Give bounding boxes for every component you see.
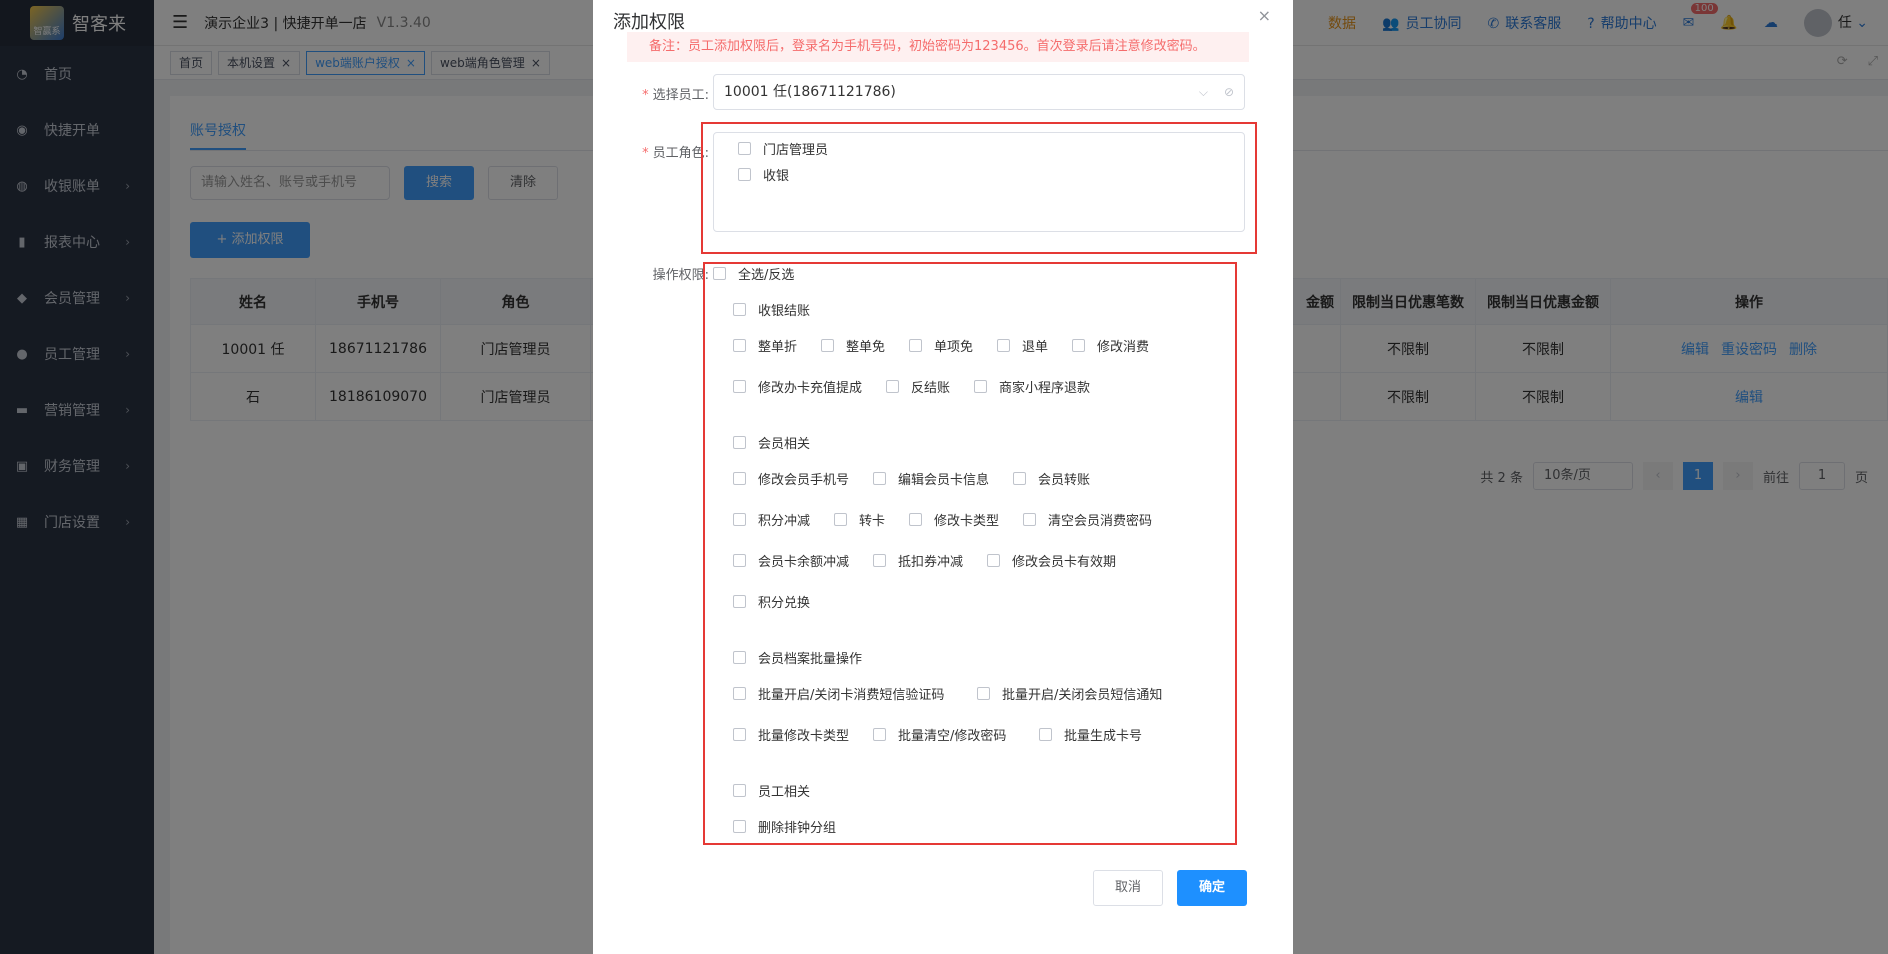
role-label: * 员工角色:	[642, 146, 709, 161]
perm-checkbox[interactable]: 批量修改卡类型	[733, 725, 849, 744]
perm-checkbox[interactable]: 修改消费	[1072, 336, 1149, 355]
permission-label: 操作权限:	[652, 268, 709, 283]
perm-checkbox[interactable]: 商家小程序退款	[974, 377, 1090, 396]
notice-banner: 备注：员工添加权限后，登录名为手机号码，初始密码为123456。首次登录后请注意…	[627, 32, 1249, 62]
add-permission-dialog: 添加权限 × 备注：员工添加权限后，登录名为手机号码，初始密码为123456。首…	[593, 0, 1293, 954]
perm-checkbox[interactable]: 积分兑换	[733, 592, 810, 611]
perm-checkbox[interactable]: 修改卡类型	[909, 510, 999, 529]
perm-checkbox[interactable]: 修改会员卡有效期	[987, 551, 1116, 570]
perm-checkbox[interactable]: 单项免	[909, 336, 973, 355]
employee-select[interactable]: 10001 任(18671121786) ⌵ ⊘	[713, 74, 1245, 110]
check-circle-icon: ⊘	[1223, 85, 1234, 99]
cancel-button[interactable]: 取消	[1093, 870, 1163, 906]
select-all-checkbox[interactable]: 全选/反选	[713, 264, 794, 283]
perm-checkbox[interactable]: 删除排钟分组	[733, 817, 836, 836]
perm-group-checkbox[interactable]: 会员相关	[733, 433, 810, 452]
close-icon[interactable]: ×	[1258, 6, 1271, 25]
perm-checkbox[interactable]: 批量生成卡号	[1039, 725, 1142, 744]
dialog-title: 添加权限	[613, 12, 685, 33]
perm-checkbox[interactable]: 清空会员消费密码	[1023, 510, 1152, 529]
role-checkbox-store-manager[interactable]: 门店管理员	[738, 139, 828, 158]
perm-checkbox[interactable]: 抵扣券冲减	[873, 551, 963, 570]
chevron-down-icon: ⌵	[1198, 85, 1208, 99]
perm-checkbox[interactable]: 整单免	[821, 336, 885, 355]
perm-checkbox[interactable]: 整单折	[733, 336, 797, 355]
perm-checkbox[interactable]: 批量清空/修改密码	[873, 725, 1006, 744]
roles-checkbox-group: 门店管理员 收银	[713, 132, 1245, 232]
perm-group-checkbox[interactable]: 会员档案批量操作	[733, 648, 862, 667]
perm-checkbox[interactable]: 修改会员手机号	[733, 469, 849, 488]
perm-checkbox[interactable]: 会员转账	[1013, 469, 1090, 488]
perm-checkbox[interactable]: 转卡	[834, 510, 885, 529]
perm-checkbox[interactable]: 批量开启/关闭会员短信通知	[977, 684, 1162, 703]
role-checkbox-cashier[interactable]: 收银	[738, 165, 789, 184]
confirm-button[interactable]: 确定	[1177, 870, 1247, 906]
perm-checkbox[interactable]: 修改办卡充值提成	[733, 377, 862, 396]
perm-checkbox[interactable]: 反结账	[886, 377, 950, 396]
perm-checkbox[interactable]: 会员卡余额冲减	[733, 551, 849, 570]
perm-checkbox[interactable]: 编辑会员卡信息	[873, 469, 989, 488]
perm-checkbox[interactable]: 积分冲减	[733, 510, 810, 529]
perm-group-checkbox[interactable]: 员工相关	[733, 781, 810, 800]
perm-checkbox[interactable]: 退单	[997, 336, 1048, 355]
perm-checkbox[interactable]: 批量开启/关闭卡消费短信验证码	[733, 684, 944, 703]
perm-group-checkbox[interactable]: 收银结账	[733, 300, 810, 319]
employee-label: * 选择员工:	[642, 88, 709, 103]
